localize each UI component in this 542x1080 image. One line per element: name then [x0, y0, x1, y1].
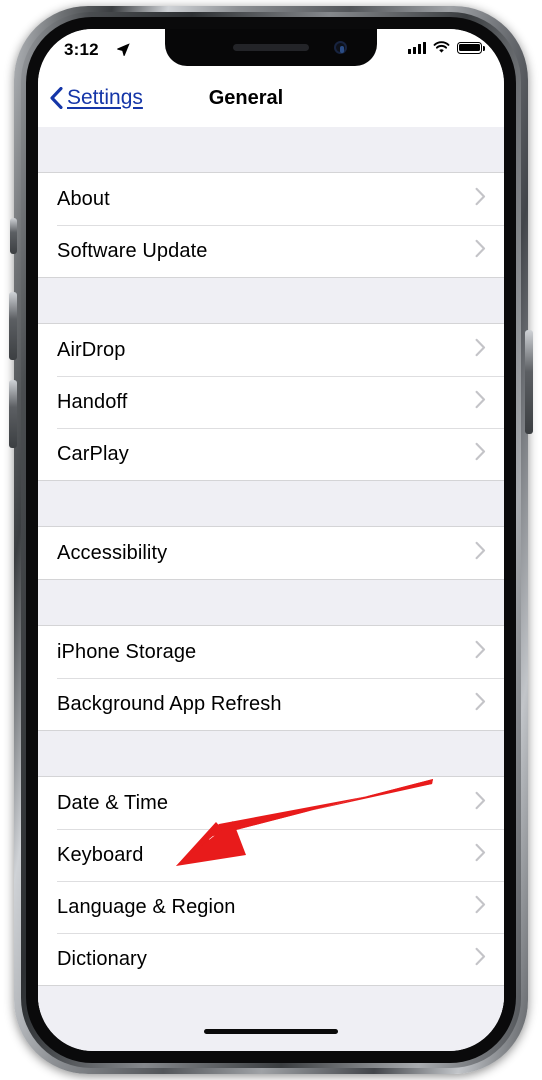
phone-screen: 3:12 Settings General About Software Upd…	[38, 29, 504, 1051]
row-label: Handoff	[57, 390, 128, 413]
chevron-right-icon	[475, 692, 486, 716]
location-arrow-icon	[116, 42, 131, 62]
status-bar-time: 3:12	[64, 40, 99, 59]
row-label: Language & Region	[57, 895, 236, 918]
settings-list[interactable]: About Software Update AirDrop Handoff Ca…	[38, 127, 504, 1051]
battery-icon	[457, 41, 485, 54]
chevron-right-icon	[475, 843, 486, 867]
row-label: Background App Refresh	[57, 692, 282, 715]
silent-switch[interactable]	[10, 218, 17, 254]
section-gap	[38, 481, 504, 526]
settings-row-background-app-refresh[interactable]: Background App Refresh	[38, 678, 504, 730]
settings-row-software-update[interactable]: Software Update	[38, 225, 504, 277]
row-label: Dictionary	[57, 947, 147, 970]
chevron-right-icon	[475, 541, 486, 565]
row-label: About	[57, 187, 110, 210]
chevron-right-icon	[475, 895, 486, 919]
settings-row-airdrop[interactable]: AirDrop	[38, 324, 504, 376]
settings-row-handoff[interactable]: Handoff	[38, 376, 504, 428]
settings-group-5: Date & Time Keyboard Language & Region D…	[38, 776, 504, 986]
page-title: General	[208, 87, 284, 109]
settings-row-iphone-storage[interactable]: iPhone Storage	[38, 626, 504, 678]
settings-row-carplay[interactable]: CarPlay	[38, 428, 504, 480]
chevron-right-icon	[475, 947, 486, 971]
settings-row-keyboard[interactable]: Keyboard	[38, 829, 504, 881]
screenshot-root: 3:12 Settings General About Software Upd…	[0, 0, 542, 1080]
chevron-right-icon	[475, 640, 486, 664]
section-gap	[38, 731, 504, 776]
row-label: AirDrop	[57, 338, 126, 361]
settings-row-date-time[interactable]: Date & Time	[38, 777, 504, 829]
navigation-bar: Settings General	[38, 74, 504, 127]
volume-down-button[interactable]	[9, 380, 17, 448]
volume-up-button[interactable]	[9, 292, 17, 360]
home-indicator[interactable]	[204, 1028, 338, 1034]
settings-row-dictionary[interactable]: Dictionary	[38, 933, 504, 985]
chevron-right-icon	[475, 791, 486, 815]
settings-row-about[interactable]: About	[38, 173, 504, 225]
status-bar-indicators	[408, 41, 485, 54]
chevron-right-icon	[475, 338, 486, 362]
power-button[interactable]	[525, 330, 533, 434]
chevron-right-icon	[475, 442, 486, 466]
settings-row-accessibility[interactable]: Accessibility	[38, 527, 504, 579]
settings-row-language-region[interactable]: Language & Region	[38, 881, 504, 933]
section-gap	[38, 127, 504, 172]
chevron-right-icon	[475, 390, 486, 414]
section-gap	[38, 278, 504, 323]
section-gap	[38, 580, 504, 625]
cellular-signal-icon	[408, 41, 426, 54]
section-gap	[38, 986, 504, 1046]
row-label: iPhone Storage	[57, 640, 197, 663]
wifi-icon	[433, 41, 450, 53]
row-label: Date & Time	[57, 791, 169, 814]
settings-group-3: Accessibility	[38, 526, 504, 580]
notch	[165, 29, 377, 66]
row-label: CarPlay	[57, 442, 129, 465]
chevron-right-icon	[475, 239, 486, 263]
settings-group-4: iPhone Storage Background App Refresh	[38, 625, 504, 731]
row-label: Software Update	[57, 239, 208, 262]
front-camera-icon	[334, 41, 347, 54]
earpiece-speaker-icon	[233, 44, 309, 51]
row-label: Accessibility	[57, 541, 168, 564]
row-label: Keyboard	[57, 843, 144, 866]
settings-group-1: About Software Update	[38, 172, 504, 278]
chevron-right-icon	[475, 187, 486, 211]
settings-group-2: AirDrop Handoff CarPlay	[38, 323, 504, 481]
